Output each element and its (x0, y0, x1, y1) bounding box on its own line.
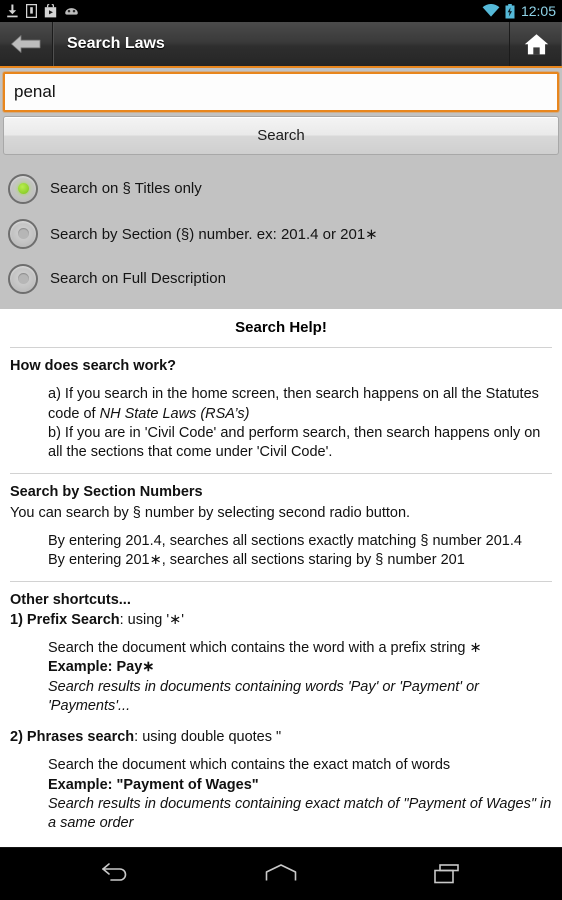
help-shortcut-prefix-search-body: Search the document which contains the w… (48, 639, 552, 716)
action-bar: Search Laws (0, 22, 562, 68)
search-mode-radio-group: Search on § Titles only Search by Sectio… (0, 160, 562, 309)
home-button[interactable] (509, 22, 562, 66)
back-arrow-icon (11, 35, 41, 53)
radio-option-full-description[interactable]: Search on Full Description (0, 256, 562, 301)
nav-home-button[interactable] (253, 854, 309, 894)
phone-screen: 12:05 Search Laws Search Search on (0, 0, 562, 900)
help-section-example-line: By entering 201∗, searches all sections … (48, 552, 465, 569)
nav-back-icon (102, 863, 127, 881)
help-shortcut-phrases-search-title: 2) Phrases search: using double quotes " (10, 728, 552, 747)
divider (10, 581, 552, 583)
battery-charging-icon (505, 3, 515, 18)
help-shortcut-prefix-search-title: 1) Prefix Search: using '∗' (10, 611, 552, 630)
radio-option-titles-only[interactable]: Search on § Titles only (0, 166, 562, 211)
help-item-b: b) If you are in 'Civil Code' and perfor… (48, 424, 541, 461)
back-button[interactable] (0, 22, 53, 66)
system-navigation-bar (0, 847, 562, 900)
help-section-body-how-search-works: a) If you search in the home screen, the… (48, 385, 552, 462)
search-help-panel: Search Help! How does search work? a) If… (0, 309, 562, 847)
nav-back-button[interactable] (87, 854, 143, 894)
nav-recents-button[interactable] (419, 854, 475, 894)
radio-button-icon[interactable] (8, 173, 38, 204)
divider (10, 346, 552, 348)
search-button-container: Search (0, 114, 562, 160)
shortcut-description: Search the document which contains the w… (48, 640, 482, 657)
status-bar-clock: 12:05 (520, 3, 556, 19)
play-store-icon (44, 4, 57, 18)
shortcut-label: 1) Prefix Search (10, 611, 120, 628)
page-title: Search Laws (67, 35, 165, 52)
help-item-a-italic: NH State Laws (RSA’s) (99, 405, 250, 422)
wifi-icon (482, 4, 500, 17)
search-button[interactable]: Search (3, 116, 559, 155)
help-section-examples-section-numbers: By entering 201.4, searches all sections… (48, 532, 552, 571)
android-robot-icon (65, 8, 78, 15)
nav-recents-icon (434, 864, 459, 884)
radio-button-icon[interactable] (8, 263, 38, 294)
shortcut-result: Search results in documents containing w… (48, 678, 479, 714)
help-title: Search Help! (235, 319, 327, 336)
home-icon (524, 33, 548, 54)
radio-button-icon[interactable] (8, 218, 38, 249)
help-section-heading-other-shortcuts: Other shortcuts... (10, 592, 131, 609)
help-shortcut-phrases-search-body: Search the document which contains the e… (48, 756, 552, 833)
shortcut-example: Example: "Payment of Wages" (48, 776, 259, 793)
sd-storage-icon (26, 4, 37, 18)
nav-home-icon (265, 864, 297, 881)
shortcut-detail: : using '∗' (119, 611, 185, 628)
radio-option-label: Search on Full Description (50, 270, 226, 287)
help-section-example-line: By entering 201.4, searches all sections… (48, 532, 522, 549)
help-section-body-section-numbers: You can search by § number by selecting … (10, 504, 411, 521)
radio-option-label: Search by Section (§) number. ex: 201.4 … (50, 225, 378, 243)
divider (10, 473, 552, 475)
status-bar: 12:05 (0, 0, 562, 22)
shortcut-description: Search the document which contains the e… (48, 757, 451, 774)
radio-option-section-number[interactable]: Search by Section (§) number. ex: 201.4 … (0, 211, 562, 256)
status-bar-notification-icons (6, 4, 79, 18)
status-bar-system-icons: 12:05 (482, 3, 556, 19)
search-input[interactable] (3, 72, 559, 112)
shortcut-label: 2) Phrases search (10, 729, 135, 746)
search-input-container (0, 68, 562, 114)
search-panel: Search Search on § Titles only Search by… (0, 68, 562, 309)
download-icon (7, 4, 18, 18)
radio-option-label: Search on § Titles only (50, 180, 202, 197)
shortcut-result: Search results in documents containing e… (48, 796, 552, 832)
shortcut-detail: : using double quotes " (134, 729, 282, 746)
shortcut-example: Example: Pay∗ (48, 659, 155, 676)
help-section-heading-how-search-works: How does search work? (10, 357, 176, 374)
help-section-heading-section-numbers: Search by Section Numbers (10, 484, 203, 501)
